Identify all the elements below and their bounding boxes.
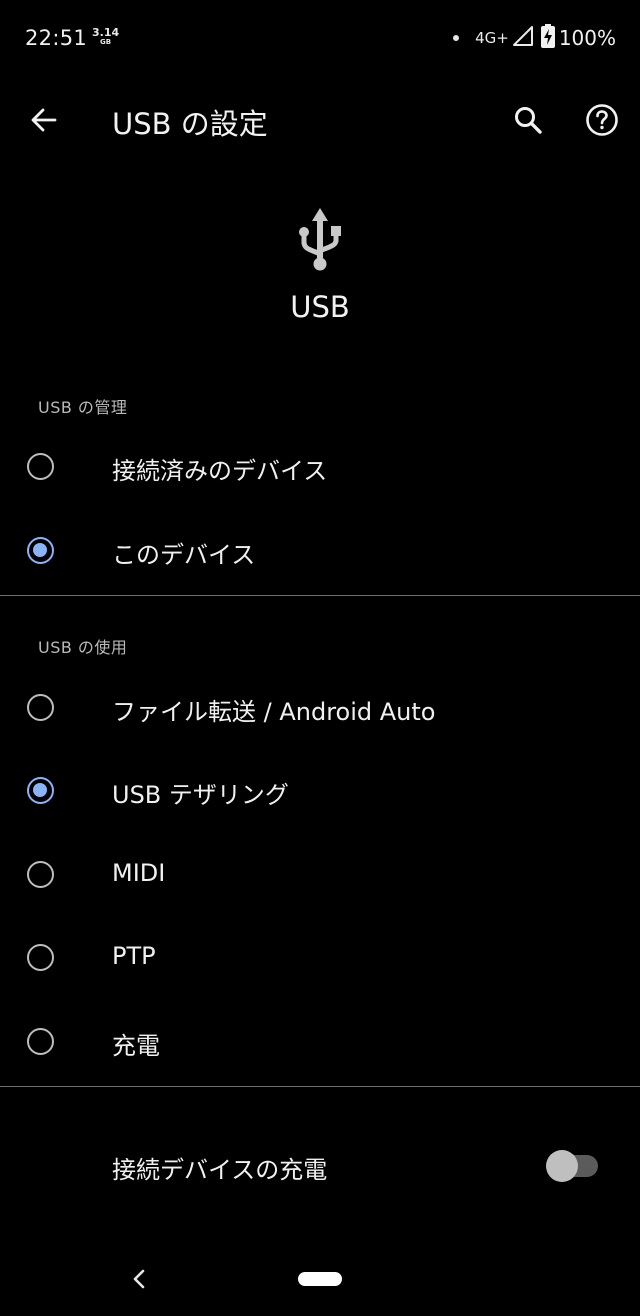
- battery-percent: 100%: [558, 26, 616, 50]
- radio-button[interactable]: [27, 1028, 54, 1055]
- radio-option-connected-device[interactable]: 接続済みのデバイス: [0, 428, 640, 510]
- radio-label: このデバイス: [112, 541, 256, 569]
- radio-option-file-transfer[interactable]: ファイル転送 / Android Auto: [0, 669, 640, 751]
- back-button[interactable]: [22, 98, 66, 142]
- search-button[interactable]: [506, 98, 550, 142]
- radio-option-charging[interactable]: 充電: [0, 1003, 640, 1085]
- notification-dot-icon: [453, 35, 460, 41]
- chevron-left-icon: [133, 1269, 145, 1289]
- help-button[interactable]: [580, 98, 624, 142]
- status-icons: 4G+ 100%: [453, 24, 616, 52]
- radio-label: 充電: [112, 1032, 160, 1060]
- status-clock: 22:51: [25, 26, 88, 50]
- cell-signal-icon: [512, 26, 533, 50]
- radio-label: USB テザリング: [112, 781, 289, 809]
- search-icon: [515, 107, 542, 134]
- radio-button-checked[interactable]: [27, 537, 54, 564]
- radio-button-checked[interactable]: [27, 777, 54, 804]
- radio-label: ファイル転送 / Android Auto: [112, 698, 436, 726]
- memory-indicator: 3.14 GB: [92, 27, 119, 47]
- radio-label: MIDI: [112, 859, 166, 887]
- radio-button[interactable]: [27, 861, 54, 888]
- network-type: 4G+: [475, 29, 509, 47]
- radio-label: PTP: [112, 942, 156, 970]
- usb-icon: [296, 204, 344, 280]
- radio-label: 接続済みのデバイス: [112, 457, 328, 485]
- nav-back-button[interactable]: [124, 1264, 154, 1294]
- section-header-usb-management: USB の管理: [38, 398, 128, 417]
- home-pill-button[interactable]: [298, 1272, 342, 1286]
- app-bar: USB の設定: [0, 78, 640, 162]
- radio-button[interactable]: [27, 694, 54, 721]
- memory-unit: GB: [100, 38, 112, 46]
- switch-label: 接続デバイスの充電: [112, 1156, 328, 1184]
- battery-charging-icon: [540, 24, 555, 52]
- section-header-usb-usage: USB の使用: [38, 638, 128, 657]
- system-navigation-bar: [0, 1240, 640, 1316]
- radio-option-ptp[interactable]: PTP: [0, 919, 640, 1001]
- arrow-back-icon: [31, 108, 57, 132]
- page-title: USB の設定: [112, 107, 268, 141]
- hero-title: USB: [290, 290, 350, 324]
- charge-connected-device-row[interactable]: 接続デバイスの充電: [0, 1124, 640, 1208]
- help-icon: [586, 104, 618, 136]
- radio-option-midi[interactable]: MIDI: [0, 836, 640, 918]
- divider: [0, 595, 640, 596]
- usb-hero: USB: [0, 198, 640, 338]
- radio-option-this-device[interactable]: このデバイス: [0, 512, 640, 594]
- divider: [0, 1086, 640, 1087]
- radio-button[interactable]: [27, 944, 54, 971]
- toggle-switch-thumb[interactable]: [546, 1150, 578, 1182]
- status-bar: 22:51 3.14 GB 4G+ 100%: [0, 0, 640, 78]
- radio-option-usb-tethering[interactable]: USB テザリング: [0, 752, 640, 834]
- radio-button[interactable]: [27, 453, 54, 480]
